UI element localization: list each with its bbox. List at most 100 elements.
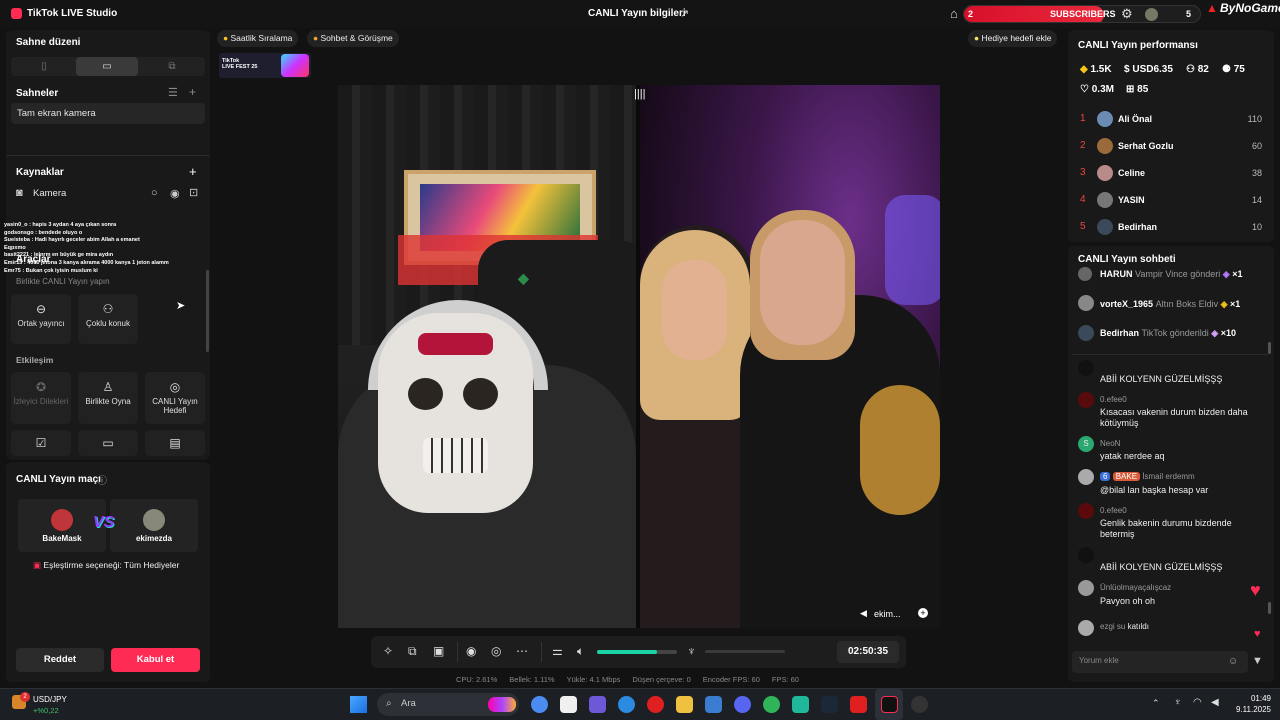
chat-user[interactable]: Ünlüolmayaçalışcaz <box>1100 583 1171 592</box>
app-icon[interactable] <box>560 696 577 713</box>
co-host-button[interactable]: ⊖ Ortak yayıncı <box>11 294 71 344</box>
gift-goal-chip[interactable]: ● Hediye hedefi ekle <box>968 30 1058 47</box>
camera-switch-icon[interactable]: ◎ <box>491 644 501 658</box>
home-icon[interactable]: ⌂ <box>950 6 958 21</box>
add-source-icon[interactable]: + <box>189 164 197 179</box>
scrollbar[interactable] <box>1268 602 1271 614</box>
live-goal-button[interactable]: ◎ CANLI Yayın Hedefi <box>145 372 205 424</box>
speaker-icon[interactable]: ◀ <box>860 608 867 619</box>
heart-icon: ♥ <box>1250 580 1261 600</box>
edge-icon[interactable] <box>618 696 635 713</box>
accept-button[interactable]: Kabul et <box>111 648 200 672</box>
layout-icon[interactable]: ▣ <box>433 644 444 658</box>
viewer-wishes-button[interactable]: ✪ İzleyici Dilekleri <box>11 372 71 424</box>
overlay-chat-line: Eqpxmo <box>4 244 26 251</box>
share-icon[interactable]: ↗ <box>680 7 689 20</box>
chat-user[interactable]: 0.efee0 <box>1100 395 1127 404</box>
mail-icon[interactable] <box>705 696 722 713</box>
bulb-icon: ● <box>974 33 982 43</box>
youtube-icon[interactable] <box>850 696 867 713</box>
list-icon[interactable]: ☰ <box>168 86 178 99</box>
gear-icon[interactable]: ⚙ <box>1121 6 1133 22</box>
tools-title: Araçlar <box>16 254 51 265</box>
gift-text: TikTok gönderildi <box>1141 328 1209 338</box>
face <box>760 220 845 345</box>
volume-icon[interactable]: 🔈︎ <box>577 644 584 659</box>
filter-icon[interactable]: ▼ <box>1252 655 1263 667</box>
live-fest-banner[interactable]: TikTok LIVE FEST 25 <box>219 53 311 78</box>
opera-icon[interactable] <box>647 696 664 713</box>
match-opponent: ekimezda <box>110 499 198 552</box>
tool-button[interactable]: ▤ <box>145 430 205 456</box>
subscribers-current: 2 <box>968 9 974 19</box>
rank-user[interactable]: Ali Önal <box>1118 114 1152 124</box>
volume-icon[interactable]: ◀ <box>1211 697 1219 708</box>
portrait-layout-icon[interactable]: ▯ <box>13 57 75 76</box>
rank-user[interactable]: Serhat Gozlu <box>1118 141 1174 151</box>
fest-line2: LIVE FEST 25 <box>222 64 258 70</box>
rank-number: 3 <box>1080 167 1086 178</box>
windows-start-icon[interactable] <box>350 696 367 713</box>
effects-icon[interactable]: ✧ <box>383 644 393 658</box>
landscape-layout-icon[interactable]: ▭ <box>76 57 138 76</box>
more-icon[interactable]: ⋯ <box>516 644 528 658</box>
volume-fill <box>597 650 657 654</box>
steam-icon[interactable] <box>821 696 838 713</box>
rank-user[interactable]: Bedirhan <box>1118 222 1157 232</box>
clock[interactable]: 01:49 9.11.2025 <box>1231 693 1271 715</box>
teams-icon[interactable] <box>589 696 606 713</box>
app-icon[interactable] <box>911 696 928 713</box>
add-icon[interactable]: + <box>918 608 928 618</box>
eye-icon[interactable]: ◉ <box>170 187 180 200</box>
record-icon[interactable]: ◉ <box>466 644 476 658</box>
chrome-icon[interactable] <box>531 696 548 713</box>
lock-icon[interactable]: ⊡ <box>189 186 198 199</box>
pairing-option[interactable]: ▣ Eşleştirme seçeneği: Tüm Hediyeler <box>33 560 179 571</box>
multi-guest-button[interactable]: ⚇ Çoklu konuk <box>78 294 138 344</box>
scene-switch-icon[interactable]: ⧉ <box>408 644 417 659</box>
wifi-icon[interactable]: ◠ <box>1193 697 1202 708</box>
play-together-button[interactable]: ♙ Birlikte Oyna <box>78 372 138 424</box>
chat-user[interactable]: 0.efee0 <box>1100 506 1127 515</box>
chat-user[interactable]: NeoN <box>1100 439 1120 448</box>
avatar <box>143 509 165 531</box>
scrollbar[interactable] <box>206 270 209 352</box>
scene-item[interactable]: Tam ekran kamera <box>11 103 205 124</box>
hourly-ranking-chip[interactable]: ● Saatlik Sıralama <box>217 30 299 47</box>
chat-call-chip[interactable]: ● Sohbet & Görüşme <box>307 30 399 47</box>
live-preview[interactable]: ◆ |||| ◀ ekim... + <box>338 85 940 628</box>
rank-user[interactable]: YASIN <box>1118 195 1145 205</box>
microphone-slider[interactable] <box>705 650 785 653</box>
scenes-title: Sahneler <box>16 88 59 99</box>
microphone-icon[interactable]: ♆ <box>1174 697 1182 708</box>
tools-subtitle: Birlikte CANLI Yayın yapın <box>16 277 110 286</box>
live-info-title[interactable]: CANLI Yayın bilgileri <box>588 8 686 19</box>
live-timer: 02:50:35 <box>837 641 899 663</box>
rank-user[interactable]: Celine <box>1118 168 1145 178</box>
settings-icon[interactable]: ○ <box>151 187 158 199</box>
mixer-icon[interactable]: ⚌ <box>552 644 563 658</box>
chat-user[interactable]: İsmail erdemm <box>1142 472 1194 481</box>
tray-chevron-icon[interactable]: ⌃ <box>1152 698 1160 709</box>
add-scene-icon[interactable]: + <box>189 85 196 99</box>
chat-text: Genlik bakenin durumu bizdende betermiş <box>1100 518 1232 539</box>
folder-icon[interactable] <box>676 696 693 713</box>
help-icon[interactable]: ⓘ <box>97 472 107 487</box>
date: 9.11.2025 <box>1236 705 1271 714</box>
tool-button[interactable]: ▭ <box>78 430 138 456</box>
source-item-camera[interactable]: Kamera <box>33 188 66 199</box>
chat-user[interactable]: ezgi su <box>1100 622 1125 631</box>
comment-input[interactable]: Yorum ekle <box>1072 651 1248 673</box>
browser-icon[interactable] <box>763 696 780 713</box>
tiktok-icon[interactable] <box>881 696 898 713</box>
fps-stat: FPS: 60 <box>771 675 799 684</box>
microphone-icon[interactable]: ♆ <box>687 644 696 658</box>
reject-button[interactable]: Reddet <box>16 648 104 672</box>
scrollbar[interactable] <box>1268 342 1271 354</box>
app-icon[interactable] <box>792 696 809 713</box>
dual-layout-icon[interactable]: ⧉ <box>141 57 203 76</box>
discord-icon[interactable] <box>734 696 751 713</box>
tool-button[interactable]: ☑ <box>11 430 71 456</box>
emoji-icon[interactable]: ☺ <box>1228 656 1238 667</box>
avatar <box>1145 8 1158 21</box>
